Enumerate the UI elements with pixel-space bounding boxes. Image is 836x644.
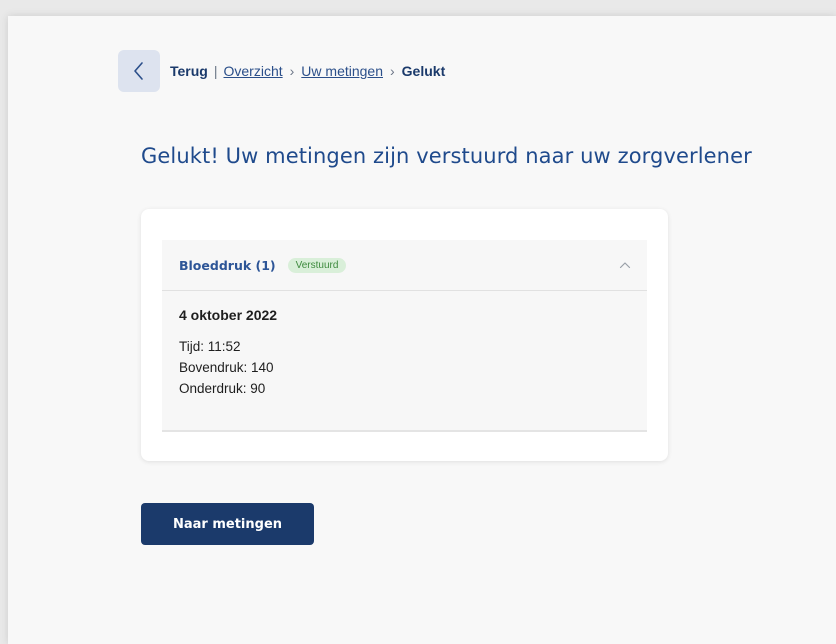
naar-metingen-button[interactable]: Naar metingen — [141, 503, 314, 545]
accordion-body: 4 oktober 2022 Tijd: 11:52 Bovendruk: 14… — [162, 291, 647, 415]
breadcrumb: Terug | Overzicht › Uw metingen › Gelukt — [118, 50, 445, 92]
breadcrumb-current: Gelukt — [401, 63, 446, 79]
measurement-diastolic: Onderdruk: 90 — [179, 381, 266, 396]
measurement-time: Tijd: 11:52 — [179, 339, 241, 354]
status-badge: Verstuurd — [287, 257, 347, 273]
page-viewport: Terug | Overzicht › Uw metingen › Gelukt… — [8, 16, 836, 644]
chevron-right-icon: › — [289, 63, 295, 79]
breadcrumb-uw-metingen[interactable]: Uw metingen — [301, 63, 383, 79]
measurement-accordion: Bloeddruk (1) Verstuurd 4 oktober 2022 T… — [162, 240, 647, 432]
measurements-card: Bloeddruk (1) Verstuurd 4 oktober 2022 T… — [141, 209, 668, 461]
measurement-systolic: Bovendruk: 140 — [179, 360, 274, 375]
breadcrumb-overzicht[interactable]: Overzicht — [224, 63, 283, 79]
back-label[interactable]: Terug — [170, 63, 208, 79]
page-title: Gelukt! Uw metingen zijn verstuurd naar … — [141, 144, 752, 168]
chevron-up-icon[interactable] — [619, 261, 631, 269]
back-button[interactable] — [118, 50, 160, 92]
chevron-right-icon: › — [390, 63, 395, 79]
accordion-title: Bloeddruk (1) — [179, 257, 276, 273]
measurement-date: 4 oktober 2022 — [179, 307, 278, 323]
accordion-header[interactable]: Bloeddruk (1) Verstuurd — [162, 240, 647, 291]
chevron-left-icon — [134, 62, 143, 80]
breadcrumb-separator: | — [213, 63, 218, 79]
